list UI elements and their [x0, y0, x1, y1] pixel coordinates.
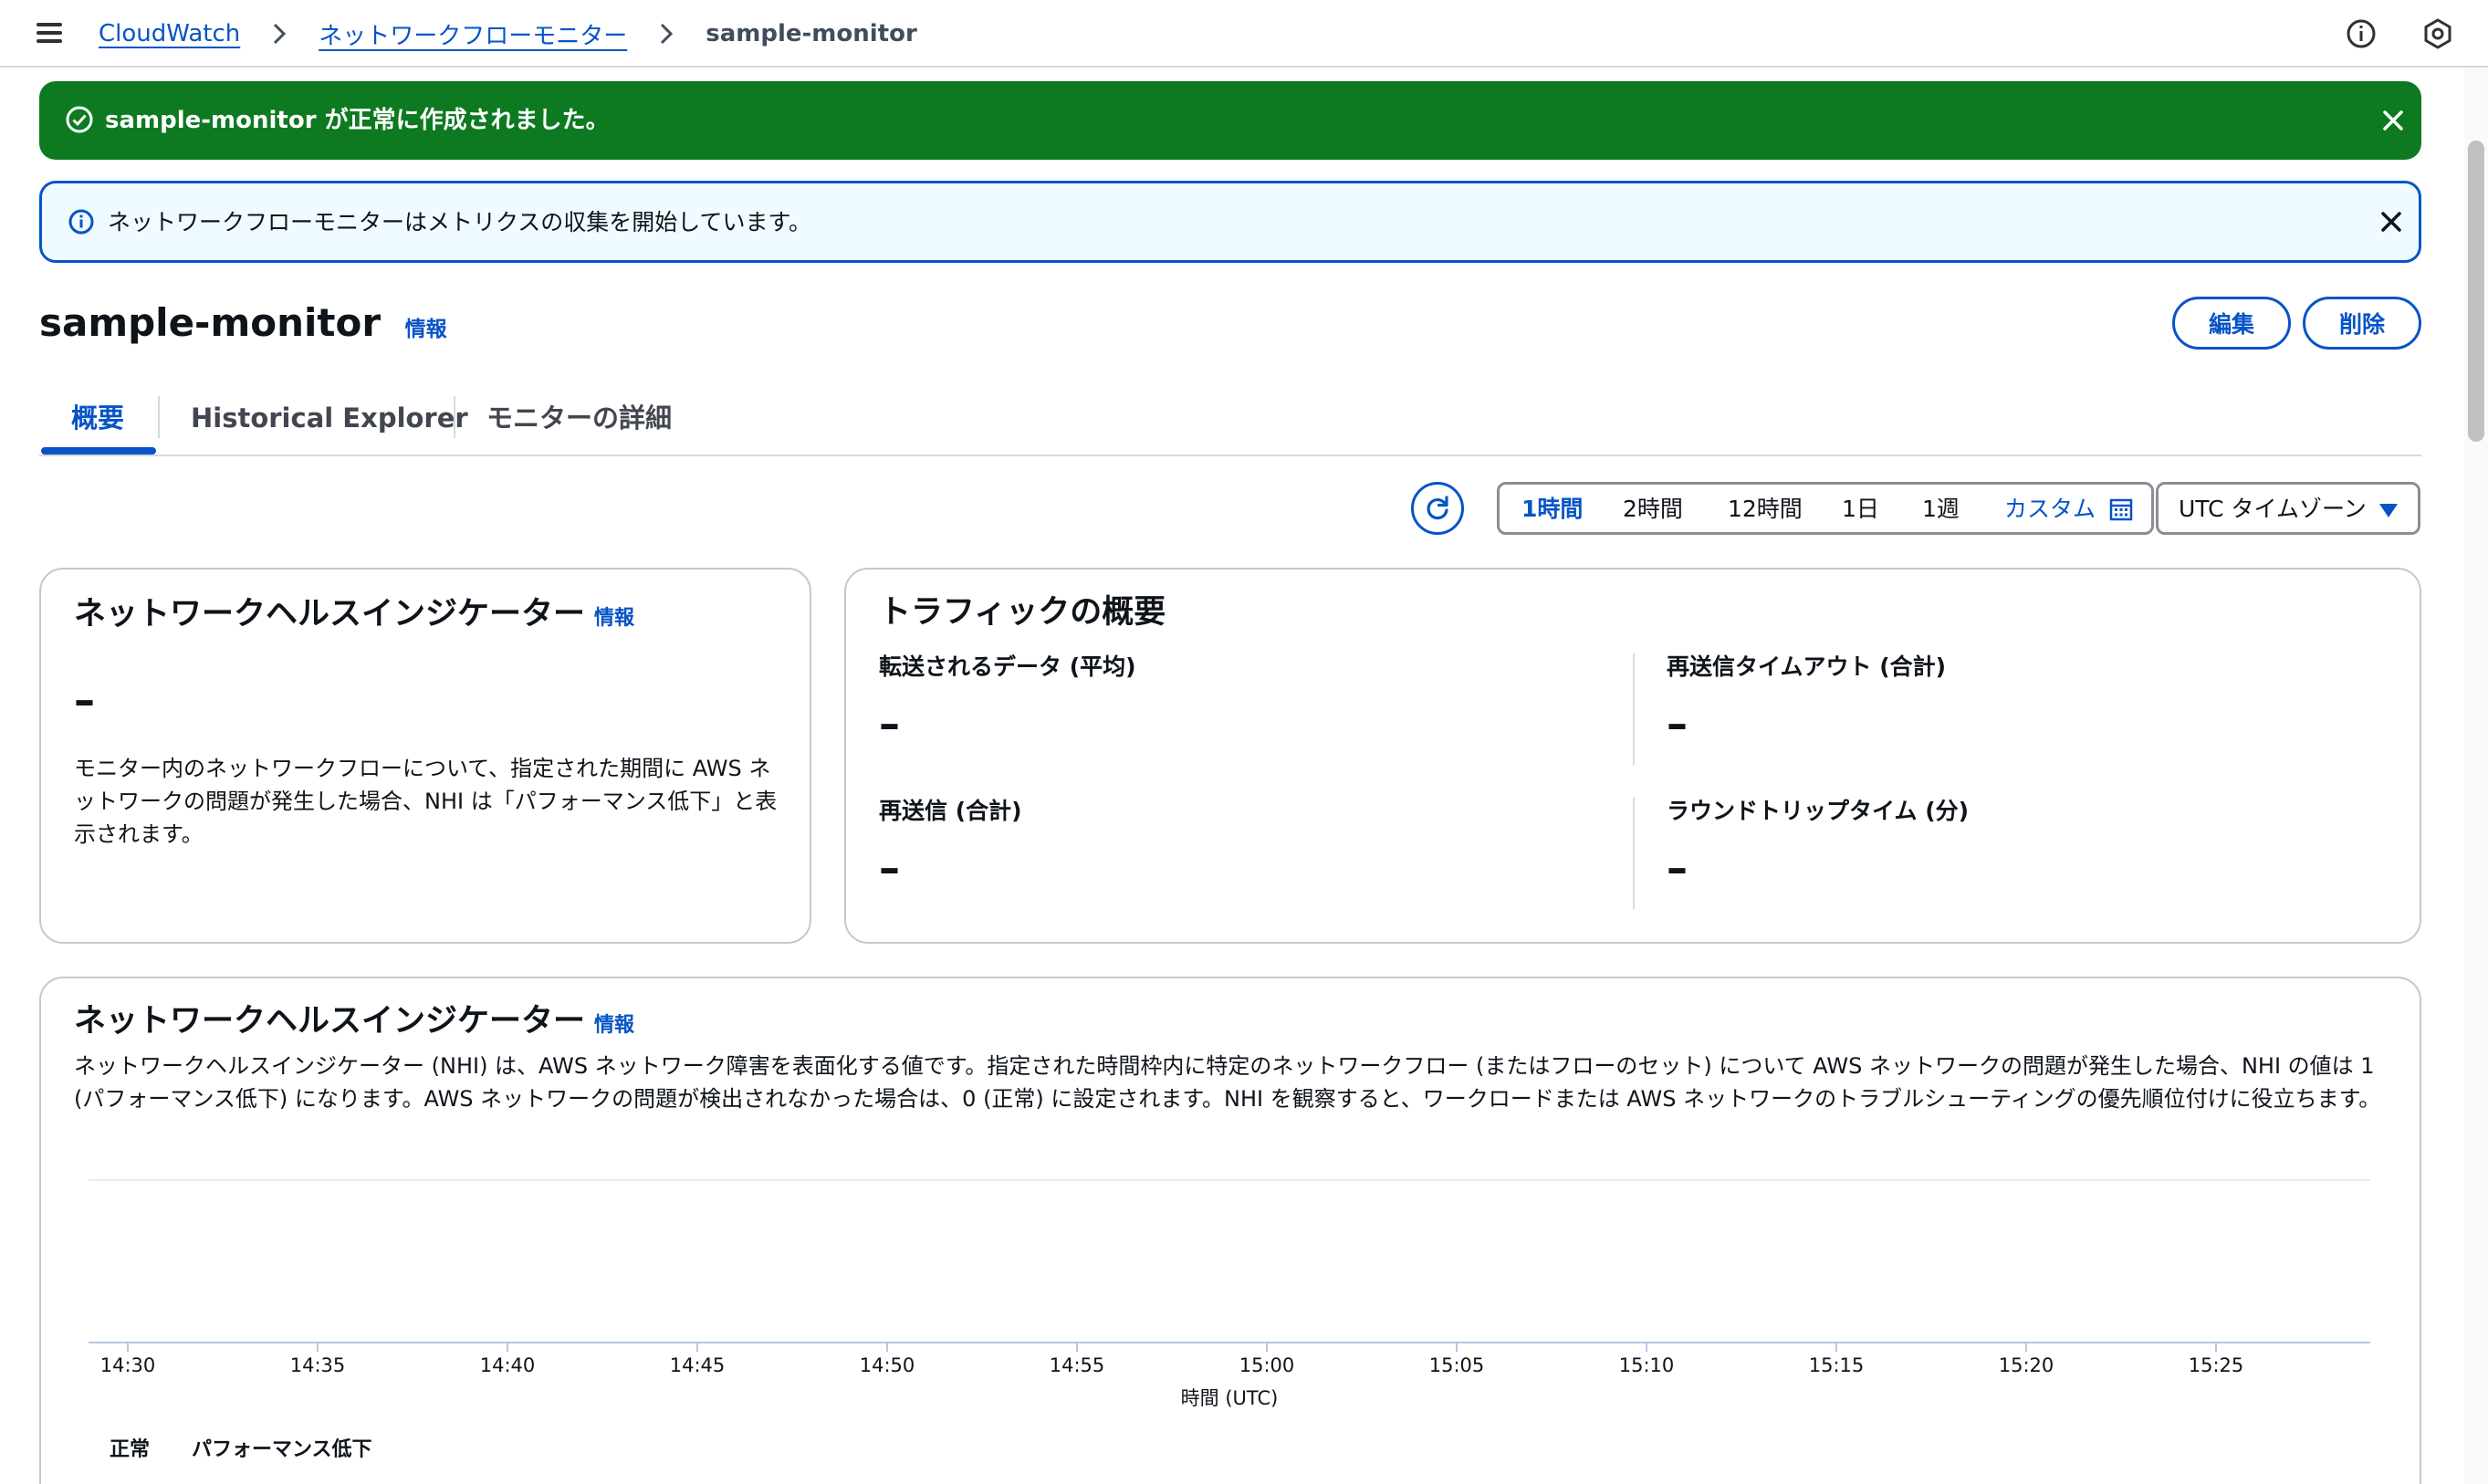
x-axis-label: 時間 (UTC): [1181, 1387, 1279, 1409]
x-tick-label: 15:20: [1999, 1354, 2054, 1376]
scrollbar-thumb[interactable]: [2468, 141, 2484, 442]
nhi-chart: 14:30 14:35 14:40 14:45 14:50 14:55 15:00 15:05…: [89, 1179, 2370, 1409]
x-tick-label: 14:40: [480, 1354, 536, 1376]
x-tick-label: 15:10: [1619, 1354, 1675, 1376]
x-tick-label: 15:15: [1809, 1354, 1865, 1376]
x-tick-label: 14:45: [670, 1354, 726, 1376]
legend-item-degraded[interactable]: パフォーマンス低下: [192, 1437, 372, 1464]
x-tick-label: 15:05: [1429, 1354, 1485, 1376]
x-tick-label: 15:00: [1239, 1354, 1295, 1376]
x-tick-label: 15:25: [2189, 1354, 2244, 1376]
x-tick-label: 14:35: [290, 1354, 346, 1376]
x-tick-label: 14:55: [1050, 1354, 1105, 1376]
scrollbar[interactable]: [2464, 68, 2488, 1484]
app-root: CloudWatch ネットワークフローモニター sample-monitor …: [0, 0, 2488, 1484]
legend-item-normal[interactable]: 正常: [110, 1437, 150, 1464]
x-tick-label: 14:50: [860, 1354, 915, 1376]
x-tick-label: 14:30: [100, 1354, 156, 1376]
